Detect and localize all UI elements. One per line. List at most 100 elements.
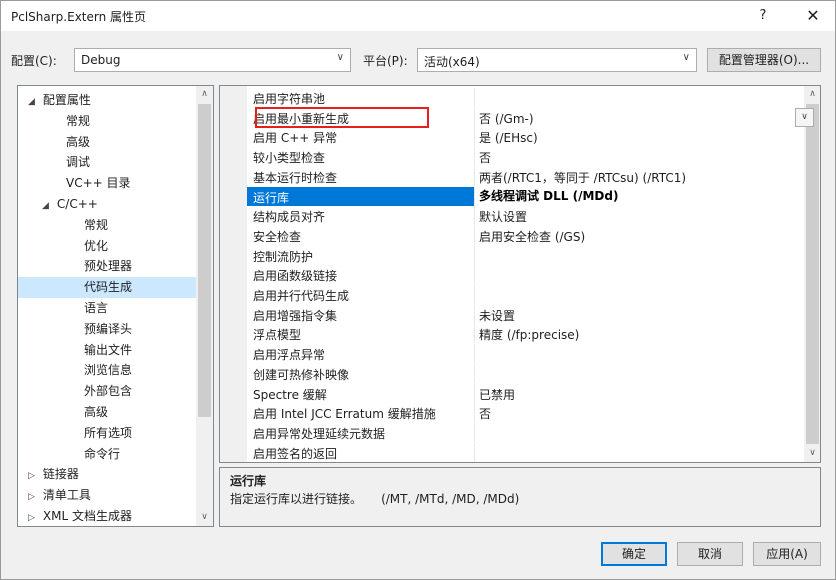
tree-item[interactable]: ▷ XML 文档生成器 (18, 506, 196, 526)
property-value: 已禁用 (479, 387, 516, 402)
tree-item-label: 清单工具 (42, 488, 91, 503)
tree-item-label: C/C++ (56, 197, 98, 211)
help-button[interactable]: ? (748, 5, 778, 27)
tree-item[interactable]: ▷ 链接器 (18, 464, 196, 485)
tree-item-label: 预处理器 (84, 259, 133, 274)
tree-item-label: 预编译头 (84, 321, 133, 336)
property-value: 未设置 (479, 308, 516, 323)
property-row[interactable]: 启用字符串池 (247, 88, 804, 107)
cancel-button[interactable]: 取消 (677, 542, 743, 566)
property-value: 精度 (/fp:precise) (479, 328, 580, 343)
tree-item-label: 输出文件 (84, 342, 133, 357)
property-name: 控制流防护 (253, 249, 314, 264)
tree-item[interactable]: 浏览信息 (18, 360, 196, 381)
column-divider (474, 324, 475, 344)
tree-item[interactable]: 调试 (18, 152, 196, 173)
tree-item-label: 配置属性 (42, 93, 91, 107)
tree-item[interactable]: 预编译头 (18, 319, 196, 340)
property-row[interactable]: 启用签名的返回 (247, 442, 804, 462)
property-row[interactable]: 启用并行代码生成 (247, 285, 804, 304)
property-row[interactable]: 安全检查 启用安全检查 (/GS) (247, 225, 804, 245)
scroll-up-icon[interactable]: ∧ (804, 86, 820, 103)
column-divider (474, 147, 475, 167)
property-row[interactable]: 运行库 多线程调试 DLL (/MDd) (247, 186, 804, 206)
property-name: 基本运行时检查 (253, 170, 338, 185)
property-row[interactable]: 启用 Intel JCC Erratum 缓解措施 否 (247, 403, 804, 423)
scroll-up-icon[interactable]: ∧ (196, 86, 213, 103)
collapse-arrow-icon[interactable]: ◢ (28, 97, 35, 107)
property-name: 运行库 (253, 190, 290, 205)
close-button[interactable]: ✕ (798, 5, 828, 27)
property-row[interactable]: 启用异常处理延续元数据 (247, 422, 804, 442)
platform-select[interactable]: 活动(x64) ∨ (417, 48, 697, 72)
property-row[interactable]: 较小类型检查 否 (247, 147, 804, 167)
tree-item[interactable]: 命令行 (18, 444, 196, 465)
apply-button[interactable]: 应用(A) (753, 542, 821, 566)
platform-label: 平台(P): (363, 54, 408, 68)
tree-item[interactable]: 高级 (18, 132, 196, 153)
settings-tree[interactable]: ◢ 配置属性 常规 高级 调试 VC++ 目录 ◢ C/C++ 常规 优化 预处理器 代码生成 语言 预编… (17, 85, 214, 527)
tree-item-label: 外部包含 (84, 384, 133, 399)
ok-button[interactable]: 确定 (601, 542, 667, 566)
column-divider (474, 107, 475, 127)
config-select[interactable]: Debug ∨ (74, 48, 351, 72)
column-divider (474, 127, 475, 147)
column-divider (474, 225, 475, 245)
scroll-down-icon[interactable]: ∨ (196, 509, 213, 526)
column-divider (474, 304, 475, 324)
tree-item[interactable]: ◢ C/C++ (18, 194, 196, 215)
property-row[interactable]: Spectre 缓解 已禁用 (247, 383, 804, 403)
property-row[interactable]: 启用函数级链接 (247, 265, 804, 285)
grid-scrollbar[interactable]: ∧ ∨ (804, 86, 820, 462)
tree-item[interactable]: ▷ 清单工具 (18, 485, 196, 506)
property-row[interactable]: 浮点模型 精度 (/fp:precise) (247, 324, 804, 344)
tree-item-label: 语言 (84, 301, 109, 315)
grid-gutter (220, 86, 247, 462)
property-name: 启用并行代码生成 (253, 289, 350, 303)
property-name: 浮点模型 (253, 328, 302, 343)
property-row[interactable]: 结构成员对齐 默认设置 (247, 206, 804, 226)
tree-item[interactable]: 输出文件 (18, 340, 196, 361)
property-name: Spectre 缓解 (253, 387, 327, 402)
description-text: 指定运行库以进行链接。 (/MT, /MTd, /MD, /MDd) (230, 492, 520, 506)
tree-item[interactable]: 语言 (18, 298, 196, 319)
property-row[interactable]: 启用浮点异常 (247, 344, 804, 364)
tree-item[interactable]: 外部包含 (18, 381, 196, 402)
title-bar[interactable]: PclSharp.Extern 属性页 ? ✕ (1, 1, 835, 31)
tree-item[interactable]: 常规 (18, 111, 196, 132)
expand-arrow-icon[interactable]: ▷ (28, 471, 35, 481)
property-row[interactable]: 创建可热修补映像 (247, 363, 804, 383)
tree-scroll-thumb[interactable] (198, 104, 211, 417)
property-name: 创建可热修补映像 (253, 367, 350, 382)
tree-item[interactable]: 优化 (18, 236, 196, 257)
tree-scrollbar[interactable]: ∧ ∨ (196, 86, 213, 526)
tree-item-label: 链接器 (42, 467, 79, 482)
tree-item[interactable]: 高级 (18, 402, 196, 423)
collapse-arrow-icon[interactable]: ◢ (42, 201, 49, 211)
expand-arrow-icon[interactable]: ▷ (28, 492, 35, 502)
scroll-down-icon[interactable]: ∨ (804, 445, 820, 462)
property-name: 启用函数级链接 (253, 269, 338, 284)
window-title: PclSharp.Extern 属性页 (11, 10, 147, 24)
tree-item[interactable]: 代码生成 (18, 277, 196, 299)
expand-arrow-icon[interactable]: ▷ (28, 513, 35, 523)
tree-item[interactable]: 常规 (18, 215, 196, 236)
tree-item[interactable]: 所有选项 (18, 423, 196, 444)
grid-scroll-thumb[interactable] (806, 104, 819, 444)
property-row[interactable]: 启用增强指令集 未设置 (247, 304, 804, 324)
chevron-down-icon: ∨ (682, 52, 690, 63)
property-name: 较小类型检查 (253, 151, 326, 166)
property-row[interactable]: 启用 C++ 异常 是 (/EHsc) (247, 127, 804, 147)
column-divider (474, 285, 475, 304)
tree-item[interactable]: ◢ 配置属性 (18, 90, 196, 111)
tree-item[interactable]: 预处理器 (18, 256, 196, 277)
tree-item[interactable]: VC++ 目录 (18, 173, 196, 194)
property-name: 启用浮点异常 (253, 348, 326, 363)
value-dropdown-button[interactable]: ∨ (795, 108, 814, 127)
tree-item-label: 所有选项 (84, 425, 133, 440)
tree-item-label: 常规 (66, 113, 91, 128)
property-grid[interactable]: 启用字符串池 启用最小重新生成否 (/Gm-) 启用 C++ 异常是 (/EHsc)… (219, 85, 821, 463)
property-row[interactable]: 控制流防护 (247, 245, 804, 265)
config-manager-button[interactable]: 配置管理器(O)... (707, 48, 821, 72)
property-row[interactable]: 基本运行时检查 两者(/RTC1，等同于 /RTCsu) (/RTC1) (247, 166, 804, 186)
